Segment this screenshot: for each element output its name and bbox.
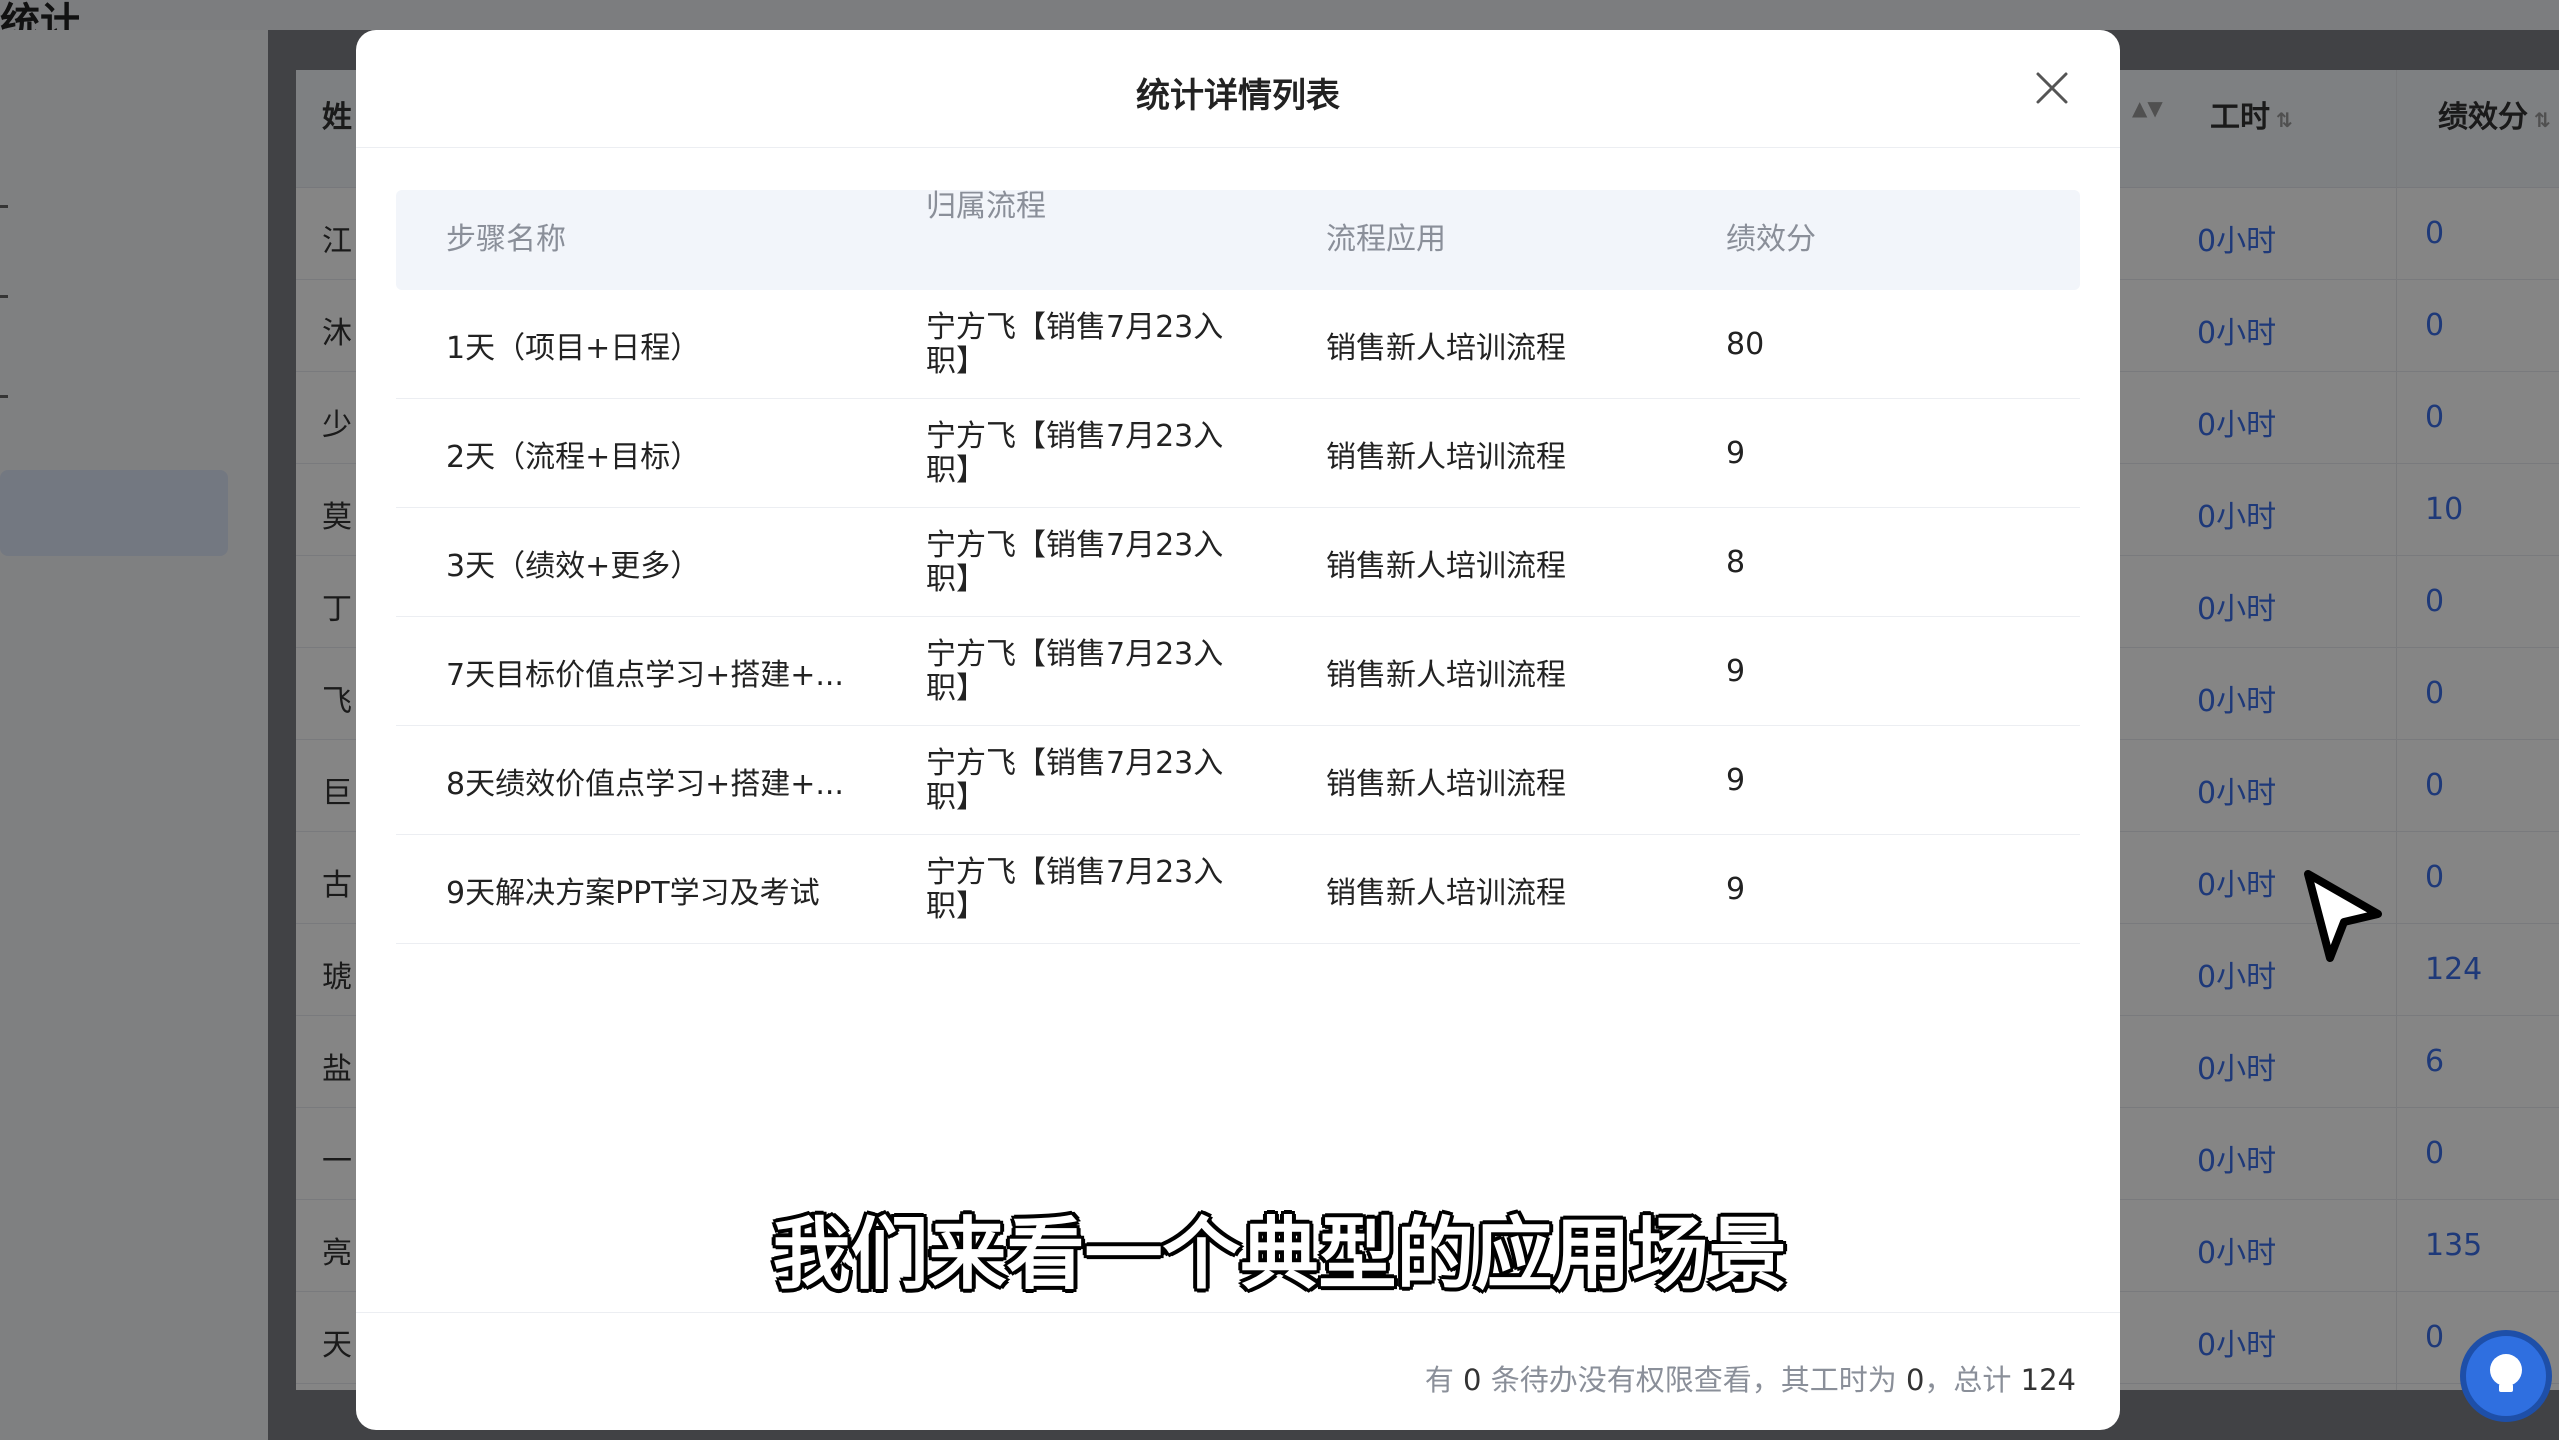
step-name-cell: 8天绩效价值点学习+搭建+...: [446, 766, 844, 802]
table-row[interactable]: 7天目标价值点学习+搭建+... 宁方飞【销售7月23入职】 销售新人培训流程 …: [396, 617, 2080, 726]
mouse-cursor-icon: [2304, 870, 2382, 962]
footer-sep: ，总计: [1924, 1363, 2012, 1397]
col-app: 流程应用: [1326, 222, 1446, 257]
col-process: 归属流程: [926, 189, 1046, 224]
score-cell: 9: [1726, 654, 1746, 689]
footer-pending-count: 0: [1463, 1363, 1482, 1397]
footer-prefix: 有: [1424, 1363, 1454, 1397]
table-row[interactable]: 2天（流程+目标） 宁方飞【销售7月23入职】 销售新人培训流程 9: [396, 399, 2080, 508]
score-cell: 8: [1726, 545, 1746, 580]
app-cell: 销售新人培训流程: [1326, 548, 1566, 584]
detail-table-body: 1天（项目+日程） 宁方飞【销售7月23入职】 销售新人培训流程 80 2天（流…: [396, 290, 2080, 944]
modal-title: 统计详情列表: [1136, 76, 1340, 116]
footer-middle: 条待办没有权限查看，其工时为: [1490, 1363, 1897, 1397]
footer-summary: 有 0 条待办没有权限查看，其工时为 0，总计 124: [1425, 1357, 2076, 1399]
col-step-name: 步骤名称: [446, 222, 566, 257]
step-name-cell: 9天解决方案PPT学习及考试: [446, 875, 820, 911]
app-cell: 销售新人培训流程: [1326, 439, 1566, 475]
score-cell: 9: [1726, 436, 1746, 471]
process-cell: 宁方飞【销售7月23入职】: [926, 745, 1224, 815]
help-button[interactable]: [2460, 1330, 2552, 1422]
process-cell: 宁方飞【销售7月23入职】: [926, 854, 1224, 924]
table-row[interactable]: 8天绩效价值点学习+搭建+... 宁方飞【销售7月23入职】 销售新人培训流程 …: [396, 726, 2080, 835]
table-row[interactable]: 3天（绩效+更多） 宁方飞【销售7月23入职】 销售新人培训流程 8: [396, 508, 2080, 617]
close-icon[interactable]: [2032, 68, 2072, 108]
process-cell: 宁方飞【销售7月23入职】: [926, 527, 1224, 597]
video-subtitle: 我们来看一个典型的应用场景: [772, 1210, 1787, 1300]
table-row[interactable]: 9天解决方案PPT学习及考试 宁方飞【销售7月23入职】 销售新人培训流程 9: [396, 835, 2080, 944]
app-cell: 销售新人培训流程: [1326, 330, 1566, 366]
app-cell: 销售新人培训流程: [1326, 657, 1566, 693]
detail-table-header: 步骤名称 归属流程 流程应用 绩效分: [396, 190, 2080, 290]
footer-hours: 0: [1905, 1363, 1925, 1397]
lightbulb-icon: [2490, 1354, 2522, 1392]
footer-total: 124: [2020, 1363, 2076, 1397]
app-cell: 销售新人培训流程: [1326, 766, 1566, 802]
process-cell: 宁方飞【销售7月23入职】: [926, 309, 1224, 379]
detail-table: 步骤名称 归属流程 流程应用 绩效分 1天（项目+日程） 宁方飞【销售7月23入…: [396, 190, 2080, 944]
step-name-cell: 7天目标价值点学习+搭建+...: [446, 657, 844, 693]
score-cell: 9: [1726, 872, 1746, 907]
step-name-cell: 1天（项目+日程）: [446, 330, 701, 366]
process-cell: 宁方飞【销售7月23入职】: [926, 418, 1224, 488]
process-cell: 宁方飞【销售7月23入职】: [926, 636, 1224, 706]
score-cell: 80: [1726, 327, 1765, 362]
app-cell: 销售新人培训流程: [1326, 875, 1566, 911]
modal-header: 统计详情列表: [356, 30, 2120, 148]
step-name-cell: 3天（绩效+更多）: [446, 548, 701, 584]
table-row[interactable]: 1天（项目+日程） 宁方飞【销售7月23入职】 销售新人培训流程 80: [396, 290, 2080, 399]
modal-footer: 有 0 条待办没有权限查看，其工时为 0，总计 124: [356, 1312, 2120, 1430]
step-name-cell: 2天（流程+目标）: [446, 439, 701, 475]
score-cell: 9: [1726, 763, 1746, 798]
col-score: 绩效分: [1726, 222, 1816, 257]
